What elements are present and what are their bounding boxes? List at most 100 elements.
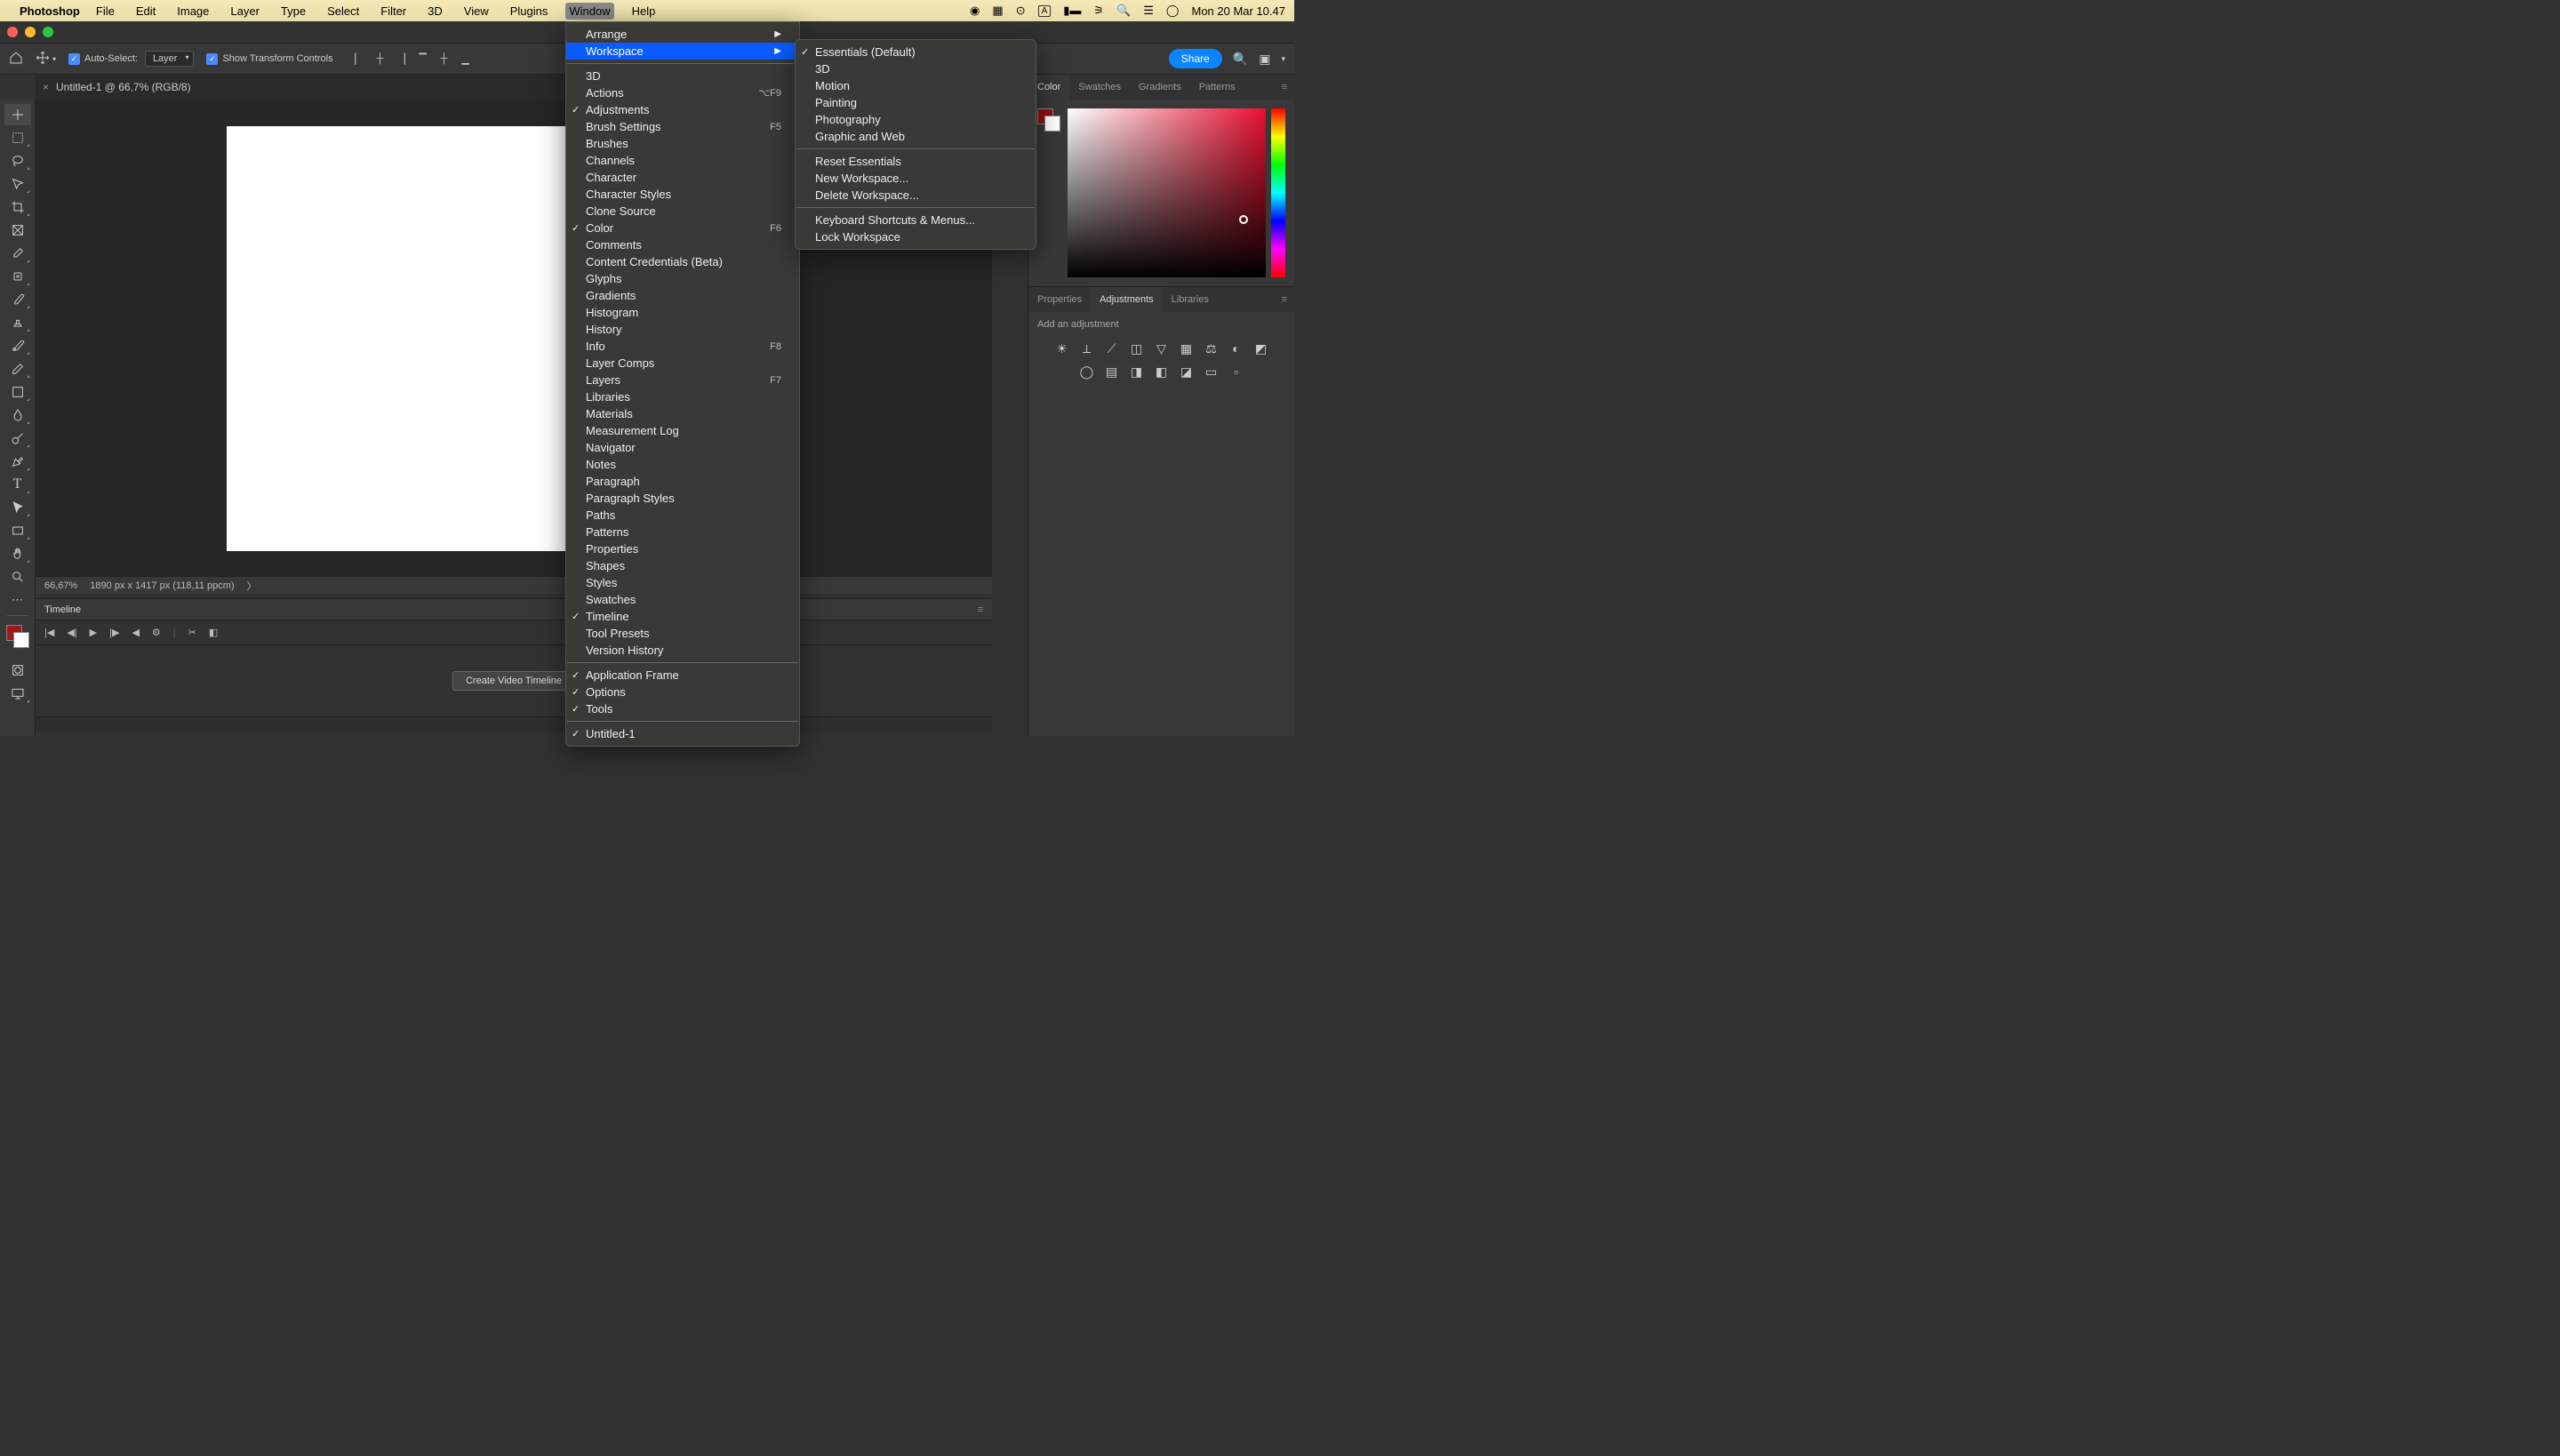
brightness-contrast-icon[interactable]: ☀	[1053, 340, 1071, 356]
move-tool-icon[interactable]	[36, 51, 50, 68]
panel-menu-icon[interactable]: ≡	[978, 604, 983, 615]
menu-item-history[interactable]: History	[566, 321, 799, 338]
share-button[interactable]: Share	[1169, 49, 1222, 68]
eyedropper-tool[interactable]	[4, 243, 31, 264]
search-icon[interactable]: 🔍	[1233, 52, 1248, 67]
timeline-transition-icon[interactable]: ◧	[209, 627, 218, 638]
color-indicator[interactable]	[1239, 215, 1248, 224]
menu-item-color[interactable]: ✓ColorF6	[566, 220, 799, 236]
channel-mixer-icon[interactable]: ◯	[1078, 364, 1096, 380]
home-icon[interactable]	[9, 51, 23, 68]
photo-filter-icon[interactable]: ◩	[1252, 340, 1270, 356]
lasso-tool[interactable]	[4, 150, 31, 172]
gradient-tool[interactable]	[4, 381, 31, 403]
transform-controls-checkbox[interactable]: ✓	[206, 53, 218, 65]
hue-slider[interactable]	[1271, 108, 1285, 277]
submenu-workspace-painting[interactable]: Painting	[796, 94, 1036, 111]
status-chevron-icon[interactable]: 〉	[247, 579, 257, 593]
selective-color-icon[interactable]: ▫	[1228, 364, 1245, 380]
timeline-prev-frame-icon[interactable]: ◀|	[67, 627, 76, 638]
menu-type[interactable]: Type	[277, 3, 309, 20]
submenu-lock-workspace[interactable]: Lock Workspace	[796, 228, 1036, 245]
zoom-window-button[interactable]	[43, 27, 53, 37]
timeline-settings-icon[interactable]: ⚙	[152, 627, 161, 638]
workspace-switcher-icon[interactable]: ▣	[1259, 52, 1270, 67]
brush-tool[interactable]	[4, 289, 31, 310]
healing-brush-tool[interactable]	[4, 266, 31, 287]
menu-item-layer-comps[interactable]: Layer Comps	[566, 355, 799, 372]
edit-toolbar-icon[interactable]: ⋯	[4, 589, 31, 611]
submenu-delete-workspace[interactable]: Delete Workspace...	[796, 187, 1036, 204]
align-center-v-icon[interactable]: ┼	[435, 49, 454, 68]
screen-record-icon[interactable]: ◉	[970, 4, 980, 18]
submenu-workspace-graphic-and-web[interactable]: Graphic and Web	[796, 128, 1036, 145]
color-panel-menu-icon[interactable]: ≡	[1282, 82, 1287, 92]
document-canvas[interactable]	[227, 126, 566, 551]
menu-item-comments[interactable]: Comments	[566, 236, 799, 253]
invert-icon[interactable]: ◨	[1128, 364, 1146, 380]
timeline-play-icon[interactable]: ▶	[90, 627, 97, 638]
submenu-keyboard-shortcuts[interactable]: Keyboard Shortcuts & Menus...	[796, 212, 1036, 228]
tab-adjustments[interactable]: Adjustments	[1091, 287, 1163, 312]
menu-item-gradients[interactable]: Gradients	[566, 287, 799, 304]
menu-item-arrange[interactable]: Arrange▶	[566, 26, 799, 43]
menu-help[interactable]: Help	[628, 3, 660, 20]
submenu-new-workspace[interactable]: New Workspace...	[796, 170, 1036, 187]
menu-item-3d[interactable]: 3D	[566, 68, 799, 84]
menu-item-content-credentials-beta-[interactable]: Content Credentials (Beta)	[566, 253, 799, 270]
gradient-map-icon[interactable]: ▭	[1203, 364, 1220, 380]
menu-item-brush-settings[interactable]: Brush SettingsF5	[566, 118, 799, 135]
menu-plugins[interactable]: Plugins	[507, 3, 552, 20]
menu-image[interactable]: Image	[173, 3, 212, 20]
levels-icon[interactable]: ⟂	[1078, 340, 1096, 356]
document-dimensions[interactable]: 1890 px x 1417 px (118,11 ppcm)	[90, 580, 234, 591]
screen-mode-icon[interactable]	[4, 683, 31, 704]
menu-item-histogram[interactable]: Histogram	[566, 304, 799, 321]
menu-item-actions[interactable]: Actions⌥F9	[566, 84, 799, 101]
spotlight-icon[interactable]: 🔍	[1116, 4, 1131, 18]
hue-sat-icon[interactable]: ▦	[1178, 340, 1196, 356]
battery-icon[interactable]: ▮▬	[1063, 4, 1081, 18]
menu-item-clone-source[interactable]: Clone Source	[566, 203, 799, 220]
timeline-tab[interactable]: Timeline	[44, 604, 81, 615]
zoom-level[interactable]: 66,67%	[44, 580, 77, 591]
chevron-down-icon[interactable]: ▾	[1281, 54, 1285, 64]
menu-3d[interactable]: 3D	[424, 3, 446, 20]
menu-item-navigator[interactable]: Navigator	[566, 439, 799, 456]
blur-tool[interactable]	[4, 404, 31, 426]
menu-item-layers[interactable]: LayersF7	[566, 372, 799, 388]
menu-item-tool-presets[interactable]: Tool Presets	[566, 625, 799, 642]
pen-tool[interactable]	[4, 451, 31, 472]
type-tool[interactable]: T	[4, 474, 31, 495]
minimize-window-button[interactable]	[25, 27, 36, 37]
quick-select-tool[interactable]	[4, 173, 31, 195]
move-tool[interactable]	[4, 104, 31, 125]
menu-item-brushes[interactable]: Brushes	[566, 135, 799, 152]
menu-item-shapes[interactable]: Shapes	[566, 557, 799, 574]
black-white-icon[interactable]: ◐	[1228, 340, 1245, 356]
tab-patterns[interactable]: Patterns	[1190, 75, 1244, 100]
menu-item-workspace[interactable]: Workspace▶	[566, 43, 799, 60]
document-tab-title[interactable]: Untitled-1 @ 66,7% (RGB/8)	[56, 81, 191, 93]
menu-item-swatches[interactable]: Swatches	[566, 591, 799, 608]
color-field[interactable]	[1068, 108, 1266, 277]
menu-item-character-styles[interactable]: Character Styles	[566, 186, 799, 203]
wifi-icon[interactable]: ⚞	[1093, 4, 1104, 18]
timeline-first-frame-icon[interactable]: |◀	[44, 627, 54, 638]
submenu-workspace-motion[interactable]: Motion	[796, 77, 1036, 94]
siri-icon[interactable]: ◯	[1166, 4, 1180, 18]
marquee-tool[interactable]	[4, 127, 31, 148]
menu-item-materials[interactable]: Materials	[566, 405, 799, 422]
posterize-icon[interactable]: ◧	[1153, 364, 1171, 380]
control-center-icon[interactable]: ☰	[1143, 4, 1154, 18]
menu-item-version-history[interactable]: Version History	[566, 642, 799, 659]
exposure-icon[interactable]: ◫	[1128, 340, 1146, 356]
menu-window[interactable]: Window	[565, 3, 613, 20]
menu-item-character[interactable]: Character	[566, 169, 799, 186]
app-name[interactable]: Photoshop	[20, 4, 80, 18]
frame-tool[interactable]	[4, 220, 31, 241]
close-window-button[interactable]	[7, 27, 18, 37]
auto-select-dropdown[interactable]: Layer ▾	[145, 51, 195, 67]
rectangle-tool[interactable]	[4, 520, 31, 541]
tool-preset-chevron-icon[interactable]: ▾	[52, 55, 56, 63]
